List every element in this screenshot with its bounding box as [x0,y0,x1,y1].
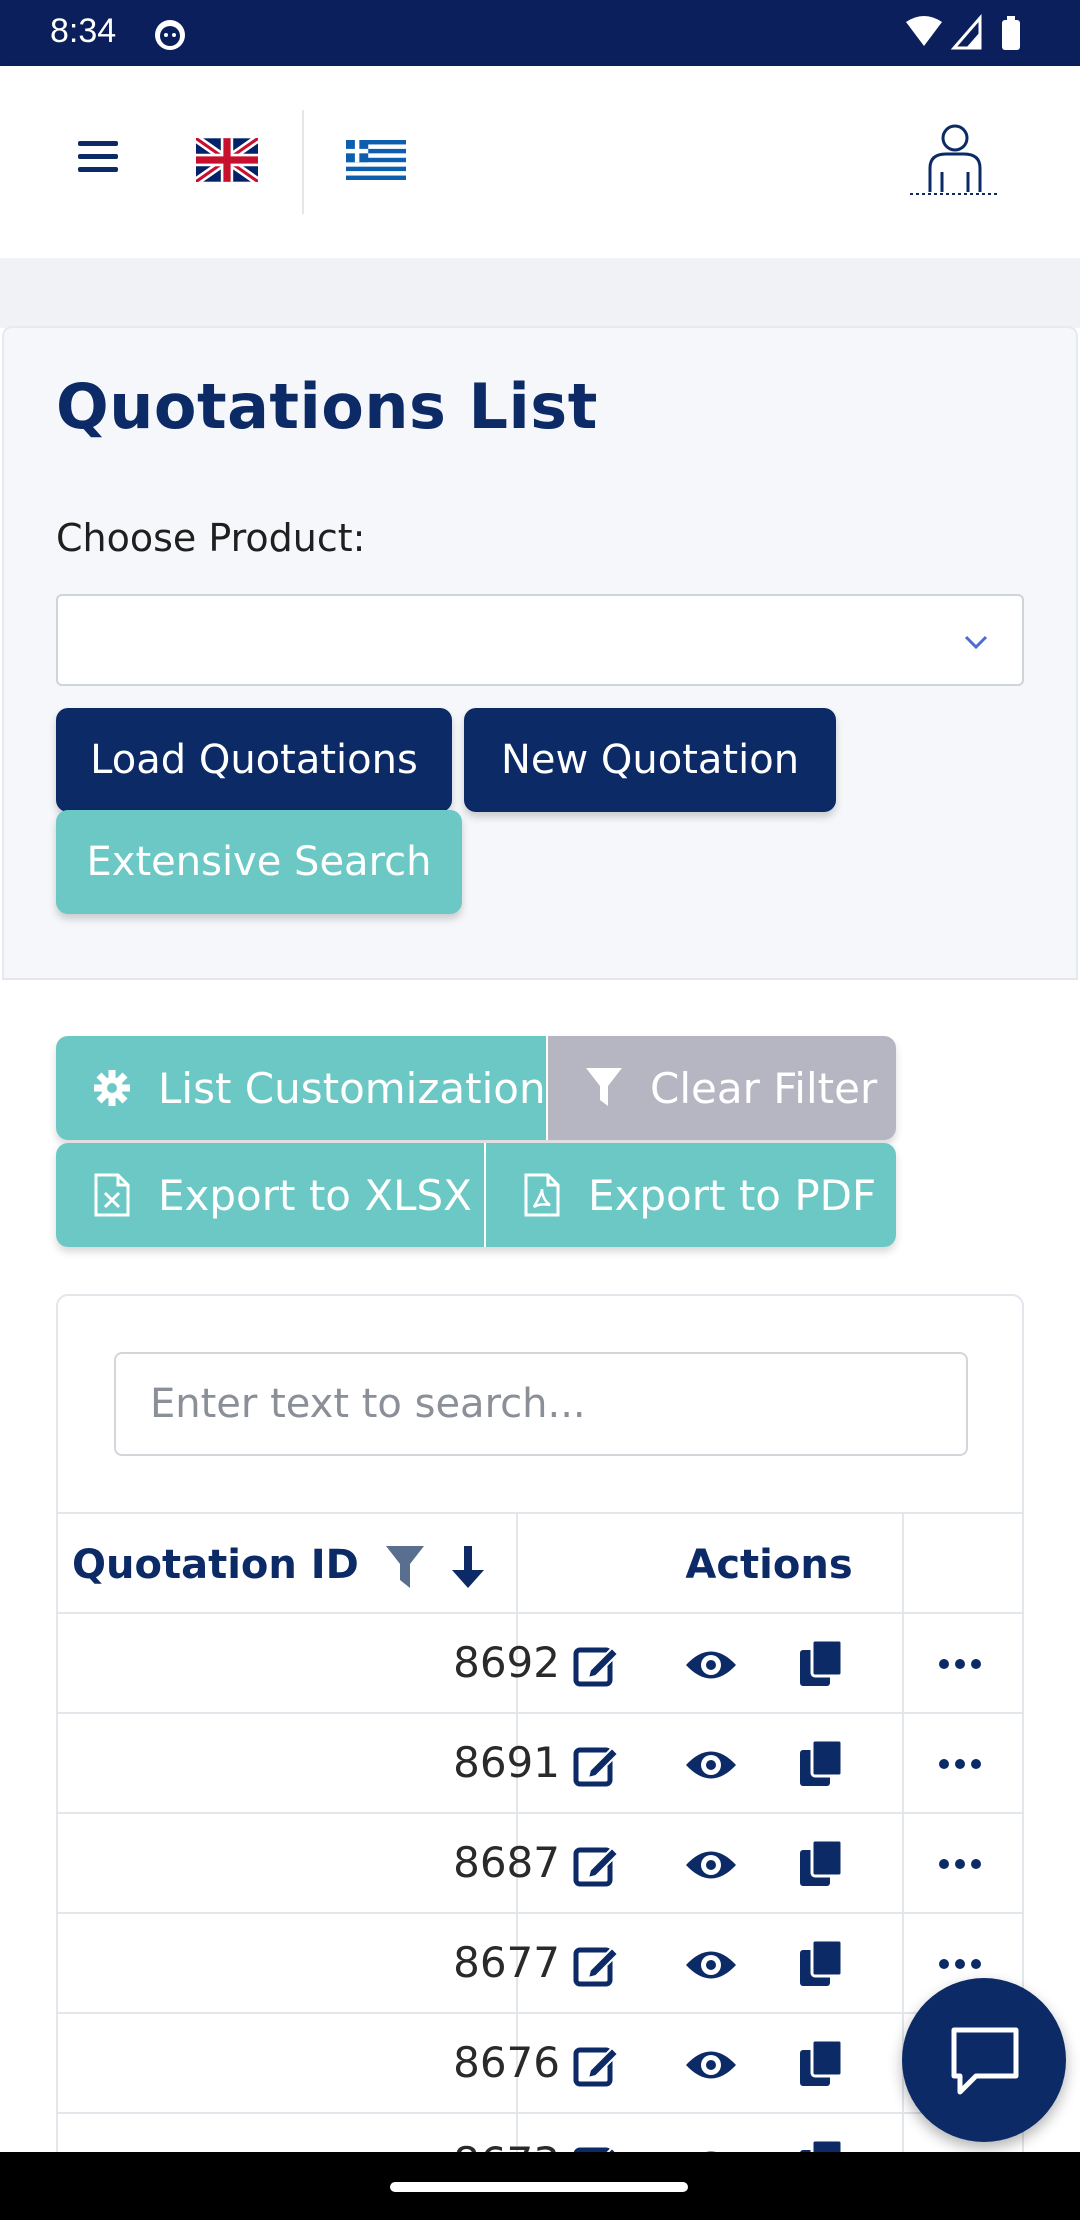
more-options-icon[interactable] [938,1756,982,1772]
row-divider [902,1614,904,1714]
row-divider [902,1714,904,1814]
choose-product-label: Choose Product: [56,516,366,560]
grid-header-row: Quotation ID Actions [58,1512,1022,1616]
export-xlsx-label: Export to XLSX [158,1170,472,1220]
view-icon[interactable] [684,1944,738,1986]
copy-icon[interactable] [798,1938,844,1988]
copy-icon[interactable] [798,2038,844,2088]
new-quotation-button[interactable]: New Quotation [464,708,836,812]
system-status-icons [906,14,1020,50]
uk-flag-icon[interactable] [196,138,258,182]
column-header-actions: Actions [685,1542,853,1588]
status-time: 8:34 [50,12,117,50]
export-pdf-label: Export to PDF [588,1170,877,1220]
sort-descending-icon[interactable] [450,1544,486,1590]
quotation-id-cell: 8677 [453,1938,560,1987]
system-navigation-bar [0,2152,1080,2220]
more-options-icon[interactable] [938,1856,982,1872]
product-select[interactable] [56,594,1024,686]
more-options-icon[interactable] [938,1656,982,1672]
row-divider [902,1814,904,1914]
grid-search-input[interactable]: Enter text to search... [114,1352,968,1456]
table-row[interactable]: 8691 [58,1714,1022,1814]
copy-icon[interactable] [798,1638,844,1688]
hamburger-menu-icon[interactable] [78,139,120,175]
table-row[interactable]: 8676 [58,2014,1022,2114]
page-title: Quotations List [56,370,598,443]
quotation-id-cell: 8691 [453,1738,560,1787]
export-pdf-button[interactable]: Export to PDF [486,1143,896,1247]
view-icon[interactable] [684,2044,738,2086]
copy-icon[interactable] [798,1838,844,1888]
column-header-quotation-id[interactable]: Quotation ID [72,1542,359,1588]
export-xlsx-button[interactable]: Export to XLSX [56,1143,486,1247]
chat-bubble-icon [951,2027,1019,2095]
pdf-file-icon [524,1173,560,1217]
status-bar: 8:34 [0,0,1080,66]
notification-app-icon [155,20,185,50]
table-row[interactable]: 8677 [58,1914,1022,2014]
edit-icon[interactable] [572,2040,622,2090]
list-customization-button[interactable]: List Customization [56,1036,548,1140]
copy-icon[interactable] [798,1738,844,1788]
filter-icon [586,1068,622,1106]
quotation-id-cell: 8692 [453,1638,560,1687]
more-options-icon[interactable] [938,1956,982,1972]
chat-button[interactable] [902,1978,1066,2142]
quotation-id-cell: 8687 [453,1838,560,1887]
home-gesture-handle[interactable] [390,2182,688,2192]
table-row[interactable]: 8687 [58,1814,1022,1914]
view-icon[interactable] [684,1644,738,1686]
quotation-id-cell: 8676 [453,2038,560,2087]
edit-icon[interactable] [572,1640,622,1690]
header-divider-2 [902,1514,904,1616]
app-header [0,66,1080,258]
list-customization-label: List Customization [158,1063,546,1113]
load-quotations-button[interactable]: Load Quotations [56,708,452,812]
edit-icon[interactable] [572,1940,622,1990]
clear-filter-button[interactable]: Clear Filter [548,1036,896,1140]
chevron-down-icon [964,635,988,650]
row-divider [902,1914,904,2014]
header-divider-1 [516,1514,518,1616]
column-filter-icon[interactable] [384,1544,426,1590]
user-profile-icon[interactable] [908,122,1002,202]
gear-icon [94,1070,130,1106]
excel-file-icon [94,1173,130,1217]
extensive-search-button[interactable]: Extensive Search [56,810,462,914]
export-toolbar-group: Export to XLSX Export to PDF [56,1143,896,1247]
view-icon[interactable] [684,1844,738,1886]
greek-flag-icon[interactable] [346,138,406,182]
table-row[interactable]: 8692 [58,1614,1022,1714]
clear-filter-label: Clear Filter [650,1063,878,1113]
list-toolbar-group: List Customization Clear Filter [56,1036,896,1140]
content-background [0,258,1080,328]
header-divider [302,110,304,214]
edit-icon[interactable] [572,1840,622,1890]
view-icon[interactable] [684,1744,738,1786]
edit-icon[interactable] [572,1740,622,1790]
